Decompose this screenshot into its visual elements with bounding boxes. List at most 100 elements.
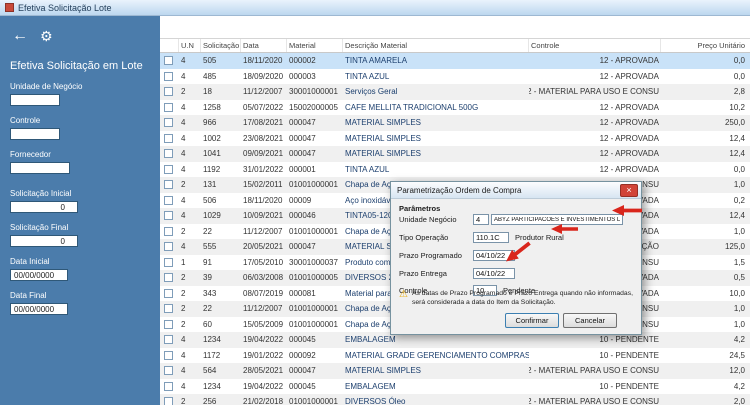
row-checkbox-cell	[160, 332, 179, 348]
sidebar-field-input[interactable]	[10, 201, 78, 213]
row-checkbox[interactable]	[164, 180, 173, 190]
header-solicitacao[interactable]: Solicitação	[201, 39, 241, 52]
confirmar-button[interactable]: Confirmar	[505, 313, 559, 328]
dialog-close-button[interactable]: ×	[620, 183, 638, 197]
sidebar-field: Unidade de Negócio	[10, 82, 150, 106]
row-checkbox[interactable]	[164, 242, 173, 252]
row-checkbox[interactable]	[164, 56, 173, 66]
cell-controle: 10 - PENDENTE	[599, 381, 659, 391]
unidade-negocio-code-input[interactable]	[473, 214, 489, 225]
cell-data: 10/09/2021	[243, 211, 284, 221]
row-checkbox[interactable]	[164, 102, 173, 112]
table-row[interactable]: 4 1041 09/09/2021 000047 MATERIAL SIMPLE…	[160, 146, 750, 162]
table-row[interactable]: 4 1002 23/08/2021 000047 MATERIAL SIMPLE…	[160, 131, 750, 147]
table-row[interactable]: 4 1172 19/01/2022 000092 MATERIAL GRADE …	[160, 348, 750, 364]
app-icon	[5, 3, 14, 12]
row-checkbox[interactable]	[164, 381, 173, 391]
settings-gear-icon[interactable]: ⚙	[40, 29, 53, 43]
table-row[interactable]: 2 256 21/02/2018 01001000001 DIVERSOS Ól…	[160, 394, 750, 405]
row-checkbox[interactable]	[164, 133, 173, 143]
sidebar-field-input[interactable]	[10, 94, 60, 106]
table-row[interactable]: 4 1192 31/01/2022 000001 TINTA AZUL 12 -…	[160, 162, 750, 178]
row-checkbox[interactable]	[164, 87, 173, 97]
row-checkbox[interactable]	[164, 273, 173, 283]
row-checkbox[interactable]	[164, 149, 173, 159]
row-checkbox[interactable]	[164, 257, 173, 267]
cell-un: 4	[181, 335, 186, 345]
cell-solicitacao: 91	[203, 257, 212, 267]
cell-preco: 12,4	[729, 211, 745, 221]
cell-preco: 0,0	[733, 56, 745, 66]
row-checkbox[interactable]	[164, 350, 173, 360]
prazo-entrega-input[interactable]	[473, 268, 515, 279]
cell-controle: 2 - MATERIAL PARA USO E CONSU	[529, 87, 659, 97]
cell-material: 01001000001	[289, 226, 338, 236]
cell-material: 000002	[289, 56, 316, 66]
header-checkbox-col	[160, 39, 179, 52]
sidebar-field-input[interactable]	[10, 269, 68, 281]
cell-data: 17/08/2021	[243, 118, 284, 128]
cell-solicitacao: 505	[203, 56, 217, 66]
cell-preco: 2,0	[733, 397, 745, 405]
row-checkbox[interactable]	[164, 71, 173, 81]
prazo-entrega-label: Prazo Entrega	[399, 269, 447, 278]
cell-material: 000047	[289, 149, 316, 159]
row-checkbox-cell	[160, 162, 179, 178]
back-button-icon[interactable]: ←	[12, 28, 28, 44]
cell-descricao: DIVERSOS Óleo	[345, 397, 406, 405]
sidebar-field: Solicitação Inicial	[10, 189, 150, 213]
sidebar-field-input[interactable]	[10, 303, 68, 315]
header-controle[interactable]: Controle	[529, 39, 661, 52]
sidebar-field-input[interactable]	[10, 162, 70, 174]
row-checkbox-cell	[160, 270, 179, 286]
table-row[interactable]: 4 1258 05/07/2022 15002000005 CAFE MELLI…	[160, 100, 750, 116]
row-checkbox[interactable]	[164, 118, 173, 128]
table-row[interactable]: 2 18 11/12/2007 30001000001 Serviços Ger…	[160, 84, 750, 100]
row-checkbox[interactable]	[164, 288, 173, 298]
row-checkbox[interactable]	[164, 195, 173, 205]
table-row[interactable]: 4 564 28/05/2021 000047 MATERIAL SIMPLES…	[160, 363, 750, 379]
sidebar-field: Fornecedor	[10, 150, 150, 174]
sidebar-field-input[interactable]	[10, 235, 78, 247]
cell-controle: 12 - APROVADA	[599, 102, 659, 112]
sidebar: ← ⚙ Efetiva Solicitação em Lote Unidade …	[0, 16, 160, 405]
cell-un: 4	[181, 195, 186, 205]
row-checkbox[interactable]	[164, 226, 173, 236]
cancelar-button[interactable]: Cancelar	[563, 313, 617, 328]
cell-material: 000047	[289, 242, 316, 252]
header-preco[interactable]: Preço Unitário	[661, 39, 750, 52]
header-material[interactable]: Material	[287, 39, 343, 52]
row-checkbox[interactable]	[164, 304, 173, 314]
row-checkbox[interactable]	[164, 164, 173, 174]
cell-data: 17/05/2010	[243, 257, 284, 267]
cell-solicitacao: 966	[203, 118, 217, 128]
row-checkbox-cell	[160, 394, 179, 405]
header-un[interactable]: U.N	[179, 39, 201, 52]
row-checkbox[interactable]	[164, 335, 173, 345]
row-checkbox[interactable]	[164, 211, 173, 221]
row-checkbox-cell	[160, 208, 179, 224]
tipo-operacao-input[interactable]	[473, 232, 509, 243]
table-row[interactable]: 4 505 18/11/2020 000002 TINTA AMARELA 12…	[160, 53, 750, 69]
cell-descricao: TINTA AZUL	[345, 71, 390, 81]
header-descricao[interactable]: Descrição Material	[343, 39, 529, 52]
row-checkbox[interactable]	[164, 319, 173, 329]
cell-preco: 0,5	[733, 273, 745, 283]
cell-un: 4	[181, 149, 186, 159]
table-row[interactable]: 4 1234 19/04/2022 000045 EMBALAGEM 10 - …	[160, 379, 750, 395]
table-row[interactable]: 4 966 17/08/2021 000047 MATERIAL SIMPLES…	[160, 115, 750, 131]
dialog-section-label: Parâmetros	[399, 204, 441, 213]
cell-controle: 12 - APROVADA	[599, 56, 659, 66]
row-checkbox[interactable]	[164, 397, 173, 405]
dialog-titlebar: Parametrização Ordem de Compra ×	[391, 182, 641, 199]
cell-data: 18/09/2020	[243, 71, 284, 81]
header-data[interactable]: Data	[241, 39, 287, 52]
row-checkbox[interactable]	[164, 366, 173, 376]
sidebar-field-input[interactable]	[10, 128, 60, 140]
table-row[interactable]: 4 485 18/09/2020 000003 TINTA AZUL 12 - …	[160, 69, 750, 85]
cell-material: 000047	[289, 118, 316, 128]
row-checkbox-cell	[160, 53, 179, 69]
prazo-programado-label: Prazo Programado	[399, 251, 462, 260]
cell-solicitacao: 485	[203, 71, 217, 81]
cell-un: 2	[181, 226, 186, 236]
